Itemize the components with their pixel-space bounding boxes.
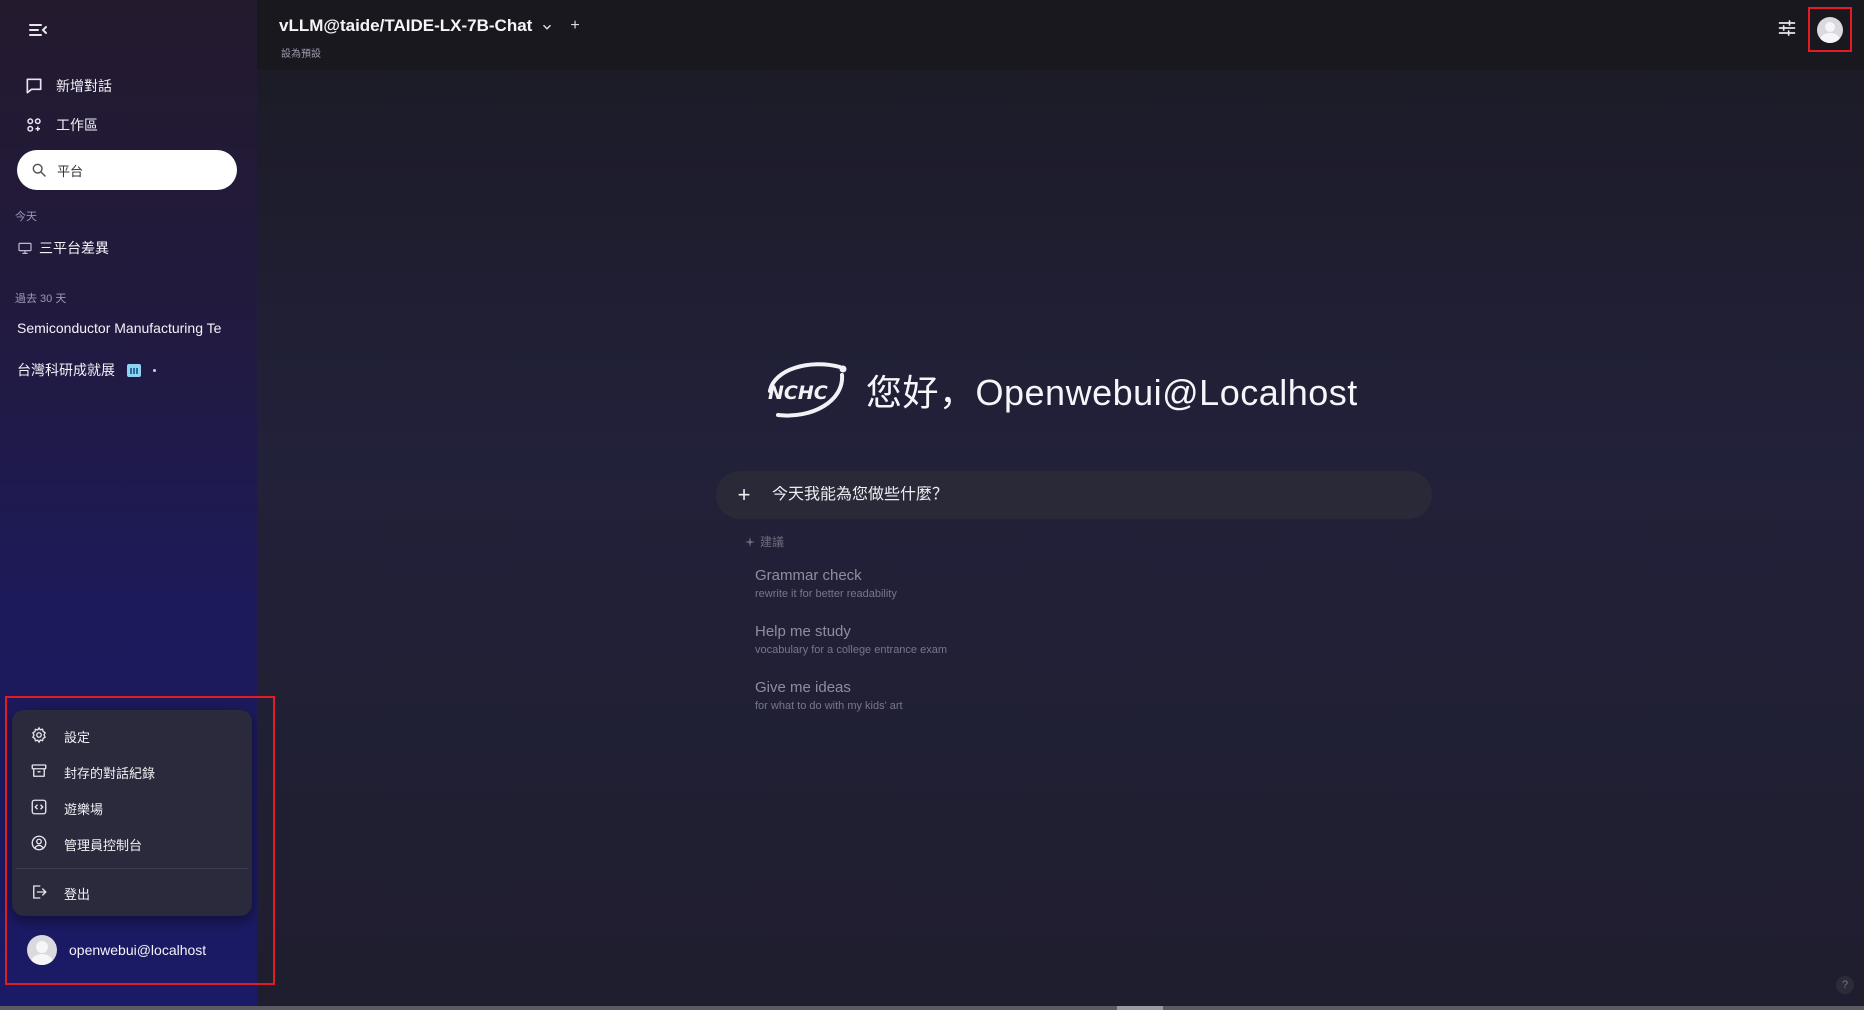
- calendar-emoji-icon: [127, 363, 141, 377]
- chat-dot-icon: [153, 368, 156, 372]
- menu-playground-label: 遊樂場: [64, 801, 104, 817]
- menu-settings[interactable]: 設定: [12, 718, 252, 754]
- user-name: openwebui@localhost: [69, 942, 207, 958]
- new-chat-label: 新增對話: [56, 78, 112, 94]
- suggestion-grammar[interactable]: Grammar check rewrite it for better read…: [755, 567, 897, 600]
- top-bar: vLLM@taide/TAIDE-LX-7B-Chat + 設為預設: [257, 0, 1864, 70]
- search-icon: [31, 162, 47, 178]
- suggestion-title: Give me ideas: [755, 679, 851, 696]
- chat-item-today[interactable]: 三平台差異: [17, 238, 109, 258]
- chat-item-taiwan[interactable]: 台灣科研成就展: [17, 360, 156, 380]
- menu-logout[interactable]: 登出: [12, 875, 252, 911]
- user-menu: 設定 封存的對話紀錄 遊樂場 管理員控制台 登出: [12, 710, 252, 916]
- workspace-icon: [24, 115, 44, 135]
- greeting-title: 您好，Openwebui@Localhost: [866, 372, 1358, 413]
- suggestion-title: Help me study: [755, 623, 851, 640]
- model-name: vLLM@taide/TAIDE-LX-7B-Chat: [279, 16, 533, 35]
- menu-playground[interactable]: 遊樂場: [12, 790, 252, 826]
- prompt-input[interactable]: [772, 486, 1332, 504]
- gear-icon: [30, 726, 50, 746]
- chat-item-title: Semiconductor Manufacturing Te: [17, 320, 222, 336]
- avatar: [1817, 16, 1843, 43]
- user-circle-icon: [30, 834, 50, 854]
- logout-icon: [30, 883, 50, 903]
- greeting-section: NCHC 您好，Openwebui@Localhost: [762, 355, 1358, 425]
- set-default-link[interactable]: 設為預設: [281, 45, 321, 60]
- menu-divider: [16, 868, 248, 869]
- suggestion-subtitle: for what to do with my kids' art: [755, 700, 903, 712]
- suggestion-subtitle: rewrite it for better readability: [755, 588, 897, 600]
- main-area: vLLM@taide/TAIDE-LX-7B-Chat + 設為預設 NCHC …: [257, 0, 1864, 1006]
- sparkle-icon: [745, 536, 755, 547]
- sidebar-toggle-icon[interactable]: [26, 18, 50, 42]
- controls-sliders-icon[interactable]: [1777, 18, 1797, 38]
- sidebar: 新增對話 工作區 今天 三平台: [0, 0, 257, 1006]
- nchc-logo: NCHC: [768, 362, 847, 418]
- horizontal-scrollbar[interactable]: [0, 1006, 1864, 1010]
- search-input[interactable]: [57, 162, 207, 178]
- menu-settings-label: 設定: [64, 729, 91, 745]
- suggestions-label-text: 建議: [760, 535, 785, 549]
- menu-logout-label: 登出: [64, 886, 91, 902]
- suggestion-subtitle: vocabulary for a college entrance exam: [755, 644, 947, 656]
- suggestion-study[interactable]: Help me study vocabulary for a college e…: [755, 623, 947, 656]
- chat-item-title: 台灣科研成就展: [17, 362, 115, 378]
- prompt-input-bar[interactable]: +: [716, 471, 1432, 519]
- workspace-label: 工作區: [56, 117, 98, 133]
- suggestion-ideas[interactable]: Give me ideas for what to do with my kid…: [755, 679, 903, 712]
- chat-item-semiconductor[interactable]: Semiconductor Manufacturing Te: [17, 320, 221, 336]
- avatar: [27, 935, 57, 965]
- user-profile-button[interactable]: openwebui@localhost: [27, 935, 206, 965]
- workspace-button[interactable]: 工作區: [24, 115, 98, 135]
- archive-icon: [30, 762, 50, 782]
- suggestion-title: Grammar check: [755, 567, 862, 584]
- suggestions-label: 建議: [744, 533, 784, 550]
- scrollbar-thumb[interactable]: [1117, 1006, 1163, 1010]
- app-window: 新增對話 工作區 今天 三平台: [0, 0, 1864, 1006]
- new-chat-icon: [24, 76, 44, 96]
- profile-avatar-button[interactable]: [1808, 7, 1852, 52]
- chat-item-title: 三平台差異: [39, 240, 109, 256]
- help-button[interactable]: ?: [1836, 976, 1854, 994]
- section-past-label: 過去 30 天: [15, 293, 67, 305]
- add-model-button[interactable]: +: [570, 17, 579, 35]
- menu-admin[interactable]: 管理員控制台: [12, 826, 252, 862]
- menu-archived[interactable]: 封存的對話紀錄: [12, 754, 252, 790]
- code-icon: [30, 798, 50, 818]
- section-today-label: 今天: [15, 211, 37, 223]
- attach-plus-icon[interactable]: +: [734, 482, 754, 508]
- chevron-down-icon[interactable]: [540, 19, 554, 33]
- monitor-icon: [17, 240, 33, 256]
- new-chat-button[interactable]: 新增對話: [24, 76, 112, 96]
- model-selector[interactable]: vLLM@taide/TAIDE-LX-7B-Chat +: [279, 16, 580, 36]
- logo-text: NCHC: [768, 382, 828, 404]
- menu-archived-label: 封存的對話紀錄: [64, 765, 156, 781]
- menu-admin-label: 管理員控制台: [64, 837, 143, 853]
- search-box[interactable]: [17, 150, 237, 190]
